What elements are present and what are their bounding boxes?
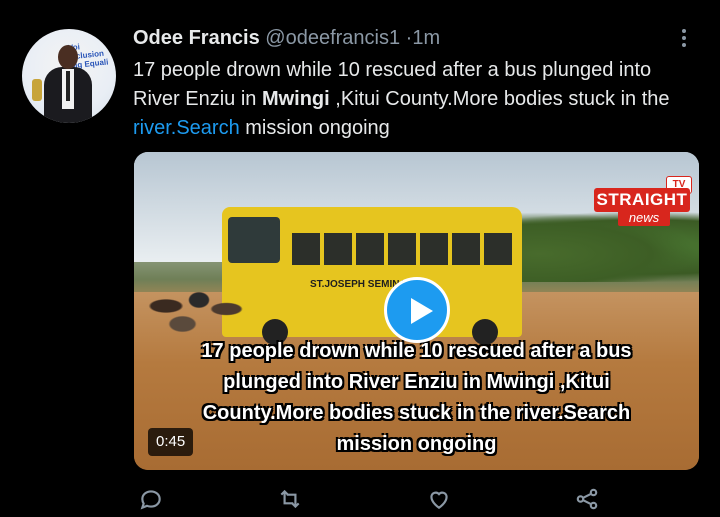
tweet-link[interactable]: river.Search: [133, 117, 240, 139]
tweet-text-bold: Mwingi: [261, 88, 330, 110]
play-icon: [411, 298, 433, 324]
caption-line: mission ongoing: [336, 433, 497, 455]
video-caption: 17 people drown while 10 rescued after a…: [134, 336, 699, 460]
logo-main-text: STRAIGHT: [594, 188, 690, 212]
caption-line: County.More bodies stuck in the river.Se…: [202, 402, 631, 424]
tweet-header: Odee Francis @odeefrancis1 ·1m: [133, 26, 440, 50]
avatar[interactable]: Voi Inclusion Sig Equali: [22, 29, 116, 123]
like-icon[interactable]: [426, 486, 460, 512]
tweet-text-part2: ,Kitui County.More bodies stuck in the: [329, 88, 670, 110]
tie-shape: [66, 71, 70, 101]
play-button[interactable]: [384, 277, 450, 343]
share-icon[interactable]: [574, 486, 608, 512]
author-handle[interactable]: @odeefrancis1: [265, 27, 400, 49]
video-people: [144, 282, 254, 342]
retweet-icon[interactable]: [277, 486, 311, 512]
logo-sub-text: news: [618, 210, 670, 226]
tweet-actions: [134, 486, 614, 512]
tweet-text: 17 people drown while 10 rescued after a…: [133, 56, 693, 143]
bus-front-window: [228, 217, 280, 263]
caption-line: plunged into River Enziu in Mwingi ,Kitu…: [223, 371, 610, 393]
trophy-shape: [32, 79, 42, 101]
author-name[interactable]: Odee Francis: [133, 27, 260, 49]
video-bus: ST.JOSEPH SEMINARY: [222, 207, 522, 345]
tweet-text-part3: mission ongoing: [239, 117, 390, 139]
video-duration: 0:45: [148, 428, 194, 456]
straight-news-logo: TV STRAIGHT news: [594, 176, 694, 230]
bus-windows: [292, 233, 512, 265]
reply-icon[interactable]: [138, 486, 172, 512]
more-options-icon[interactable]: [676, 26, 692, 50]
video-player[interactable]: ST.JOSEPH SEMINARY TV STRAIGHT news 17 p…: [134, 152, 699, 470]
tweet-time[interactable]: 1m: [412, 27, 440, 49]
person-head: [58, 45, 78, 69]
